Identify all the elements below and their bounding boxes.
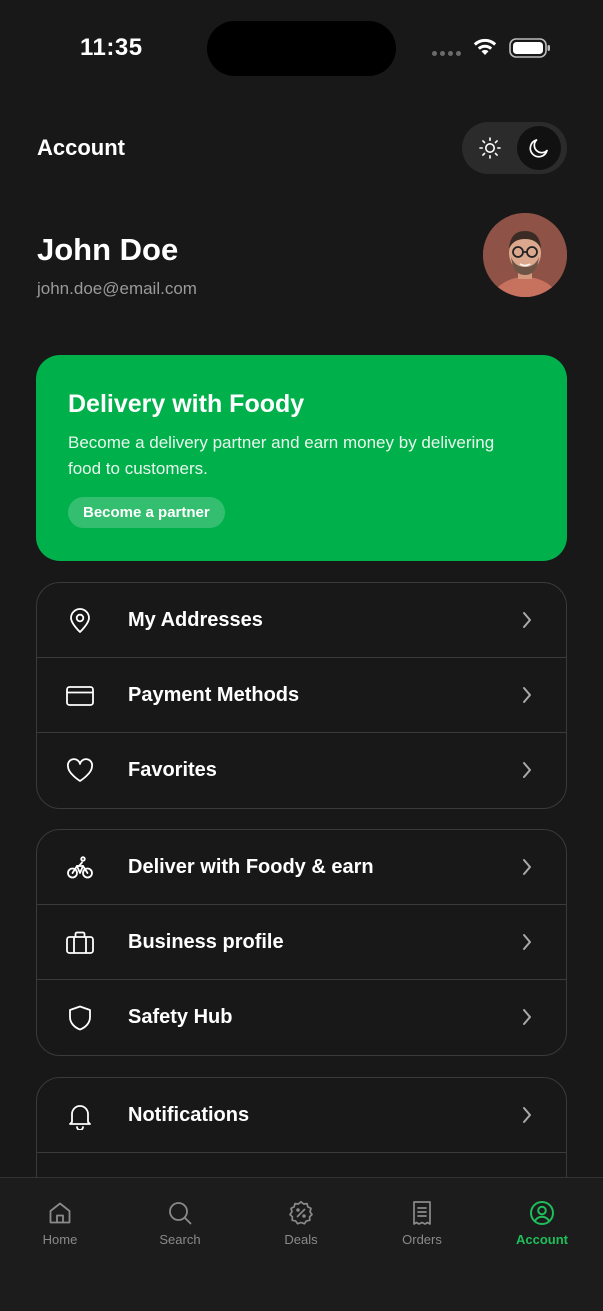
chevron-right-icon [523,1107,531,1123]
promo-description: Become a delivery partner and earn money… [68,433,495,478]
become-partner-button[interactable]: Become a partner [68,497,225,528]
profile-email: john.doe@email.com [37,279,197,298]
nav-item-search[interactable]: Search [130,1200,230,1247]
chevron-right-icon [523,934,531,950]
profile-name: John Doe [37,232,179,267]
menu-label: Safety Hub [128,1006,233,1028]
menu-item-favorites[interactable]: Favorites [37,733,566,808]
nav-item-account[interactable]: Account [492,1200,592,1247]
status-bar: 11:35 [0,0,603,100]
moon-icon [529,139,548,158]
menu-label: Business profile [128,930,284,953]
promo-title: Delivery with Foody [68,390,305,418]
nav-item-orders[interactable]: Orders [372,1200,472,1247]
chevron-right-icon [523,687,531,703]
nav-label: Home [42,1232,78,1247]
menu-label: Deliver with Foody & earn [128,855,374,878]
avatar[interactable] [483,213,567,297]
nav-item-deals[interactable]: Deals [251,1200,351,1247]
battery-icon [509,38,550,58]
light-mode-button[interactable] [468,126,512,170]
nav-label: Orders [402,1232,442,1247]
receipt-icon [413,1201,431,1225]
avatar-image [483,213,567,297]
credit-card-icon [66,686,94,706]
dark-mode-button[interactable] [517,126,561,170]
page-title: Account [37,135,125,160]
menu-item-business-profile[interactable]: Business profile [37,905,566,980]
menu-label: Favorites [128,759,217,781]
bell-icon [69,1105,91,1130]
nav-label: Deals [284,1232,318,1247]
map-pin-icon [70,608,90,633]
bottom-navigation: Home Search Deals Orders Account [0,1177,603,1311]
nav-item-home[interactable]: Home [10,1200,110,1247]
dynamic-island [207,21,396,76]
menu-item-safety-hub[interactable]: Safety Hub [37,980,566,1055]
wifi-icon [473,38,497,55]
briefcase-icon [66,931,94,954]
heart-icon [67,758,93,782]
nav-label: Account [516,1232,568,1247]
chevron-right-icon [523,762,531,778]
home-icon [49,1202,71,1224]
search-icon [169,1202,192,1225]
menu-item-deliver-with-foody[interactable]: Deliver with Foody & earn [37,830,566,905]
theme-toggle[interactable] [462,122,567,174]
chevron-right-icon [523,1009,531,1025]
chevron-right-icon [523,612,531,628]
sun-icon [479,137,501,159]
menu-label: My Addresses [128,608,263,631]
cellular-signal-icon [432,51,461,56]
user-circle-icon [530,1201,554,1225]
menu-group-account: My Addresses Payment Methods Favorites [36,582,567,809]
discount-badge-icon [289,1200,313,1225]
menu-item-notifications[interactable]: Notifications [37,1078,566,1153]
bicycle-icon [67,856,93,879]
menu-item-payment-methods[interactable]: Payment Methods [37,658,566,733]
shield-icon [69,1005,91,1031]
nav-label: Search [159,1232,201,1247]
menu-label: Payment Methods [128,683,300,706]
menu-item-my-addresses[interactable]: My Addresses [37,583,566,658]
menu-label: Notifications [128,1103,250,1126]
chevron-right-icon [523,859,531,875]
delivery-promo-card: Delivery with Foody Become a delivery pa… [36,355,567,561]
menu-group-business: Deliver with Foody & earn Business profi… [36,829,567,1056]
status-time: 11:35 [80,34,143,61]
